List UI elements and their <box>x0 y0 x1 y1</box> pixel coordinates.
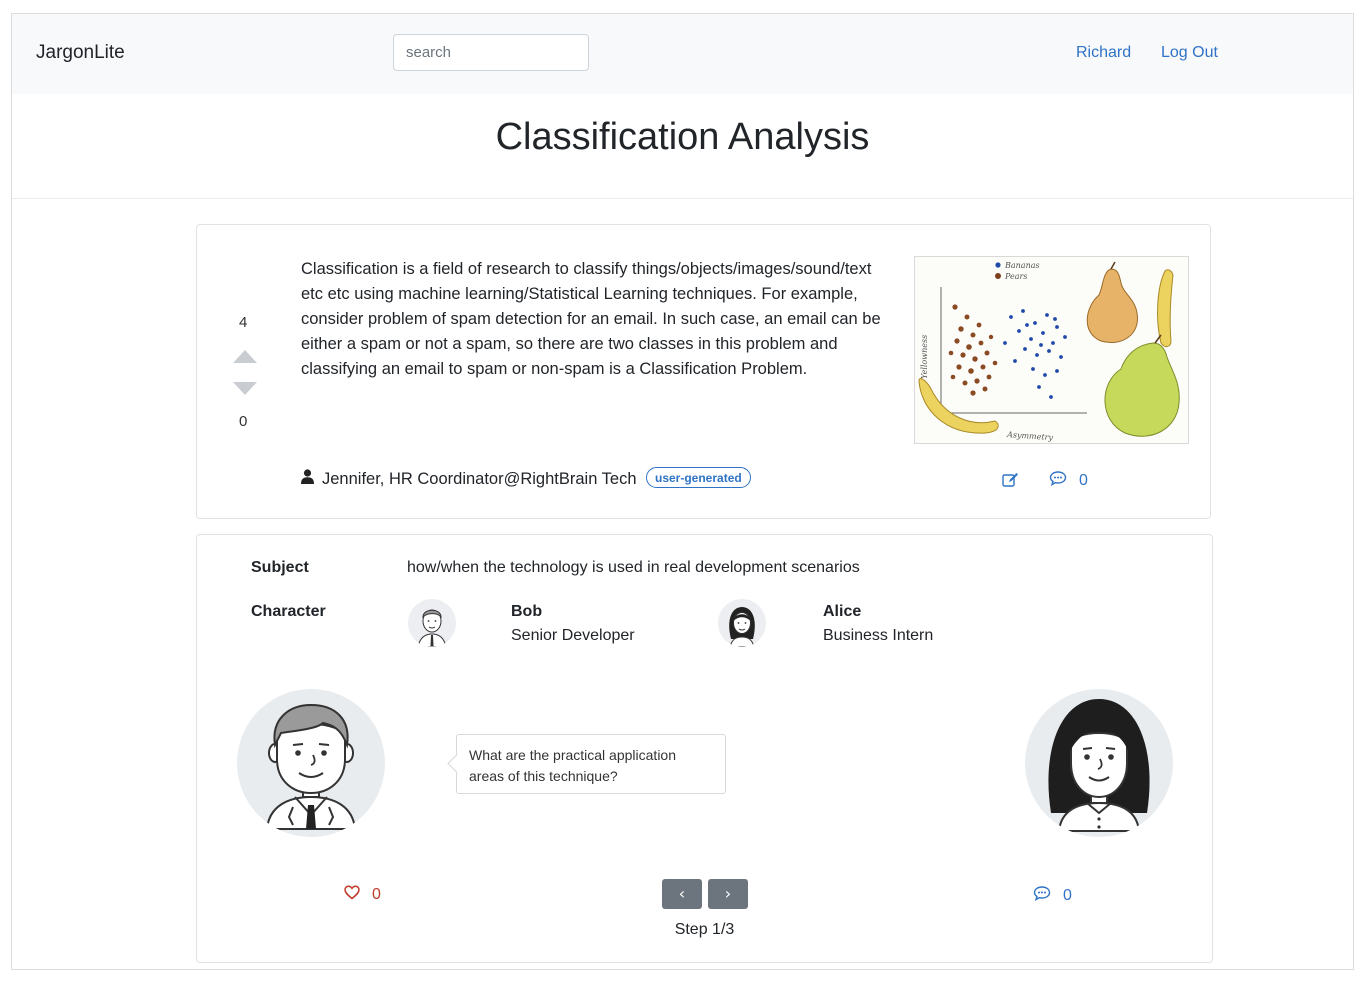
legend-bananas: Bananas <box>1004 261 1040 270</box>
like-count: 0 <box>372 886 381 903</box>
like-button[interactable]: 0 <box>344 885 381 905</box>
definition-text: Classification is a field of research to… <box>301 260 881 378</box>
definition-comments[interactable]: 0 <box>1049 470 1088 491</box>
upvote-count: 4 <box>239 314 248 331</box>
chevron-left-icon: ‹ <box>678 884 686 903</box>
subject-text: how/when the technology is used in real … <box>407 559 860 576</box>
edit-button[interactable] <box>1002 472 1019 493</box>
next-step-button[interactable]: › <box>708 879 748 909</box>
app-frame: JargonLite Richard Log Out Classificatio… <box>11 13 1354 970</box>
comment-icon <box>1049 470 1067 491</box>
edit-icon <box>1002 472 1019 493</box>
user-icon <box>301 469 314 489</box>
title-area: Classification Analysis <box>12 94 1353 199</box>
alice-role: Business Intern <box>823 627 934 644</box>
comment-count: 0 <box>1079 471 1088 489</box>
classification-figure: Bananas Pears Yellowness Asymmetry <box>914 256 1189 444</box>
caret-up-icon[interactable] <box>233 350 257 363</box>
author-name: Jennifer, HR Coordinator@RightBrain Tech <box>322 469 637 488</box>
page-title: Classification Analysis <box>495 116 870 158</box>
heart-icon <box>344 885 360 905</box>
navbar: JargonLite Richard Log Out <box>12 14 1353 94</box>
definition-card: 4 0 Classification is a field of researc… <box>196 224 1211 519</box>
brand-logo[interactable]: JargonLite <box>36 42 125 64</box>
dialogue-bubble: What are the practical application areas… <box>456 734 726 794</box>
x-axis-label: Asymmetry <box>1006 430 1054 442</box>
subject-label: Subject <box>251 559 309 576</box>
caret-down-icon[interactable] <box>233 382 257 395</box>
author: Jennifer, HR Coordinator@RightBrain Tech <box>301 469 637 489</box>
legend-pears: Pears <box>1004 272 1027 281</box>
character-label: Character <box>251 603 326 620</box>
bob-avatar-small <box>408 599 456 647</box>
chevron-right-icon: › <box>724 884 732 903</box>
prev-step-button[interactable]: ‹ <box>662 879 702 909</box>
bob-avatar-large <box>237 689 385 837</box>
step-indicator: Step 1/3 <box>674 921 735 938</box>
alice-name: Alice <box>823 603 862 620</box>
dialogue-comment-count: 0 <box>1063 886 1072 904</box>
bob-name: Bob <box>511 603 543 620</box>
alice-avatar-small <box>718 599 766 647</box>
logout-link[interactable]: Log Out <box>1161 44 1218 62</box>
dialogue-comments[interactable]: 0 <box>1033 885 1072 906</box>
alice-avatar-large <box>1025 689 1173 837</box>
y-axis-label: Yellowness <box>920 335 929 379</box>
downvote-count: 0 <box>239 413 248 430</box>
comment-icon <box>1033 885 1051 906</box>
scenario-card: Subject how/when the technology is used … <box>196 534 1213 963</box>
user-generated-badge: user-generated <box>646 467 751 488</box>
bob-role: Senior Developer <box>511 627 635 644</box>
dialogue-text: What are the practical application areas… <box>469 747 676 784</box>
user-link[interactable]: Richard <box>1076 44 1131 62</box>
search-input[interactable] <box>393 34 589 71</box>
